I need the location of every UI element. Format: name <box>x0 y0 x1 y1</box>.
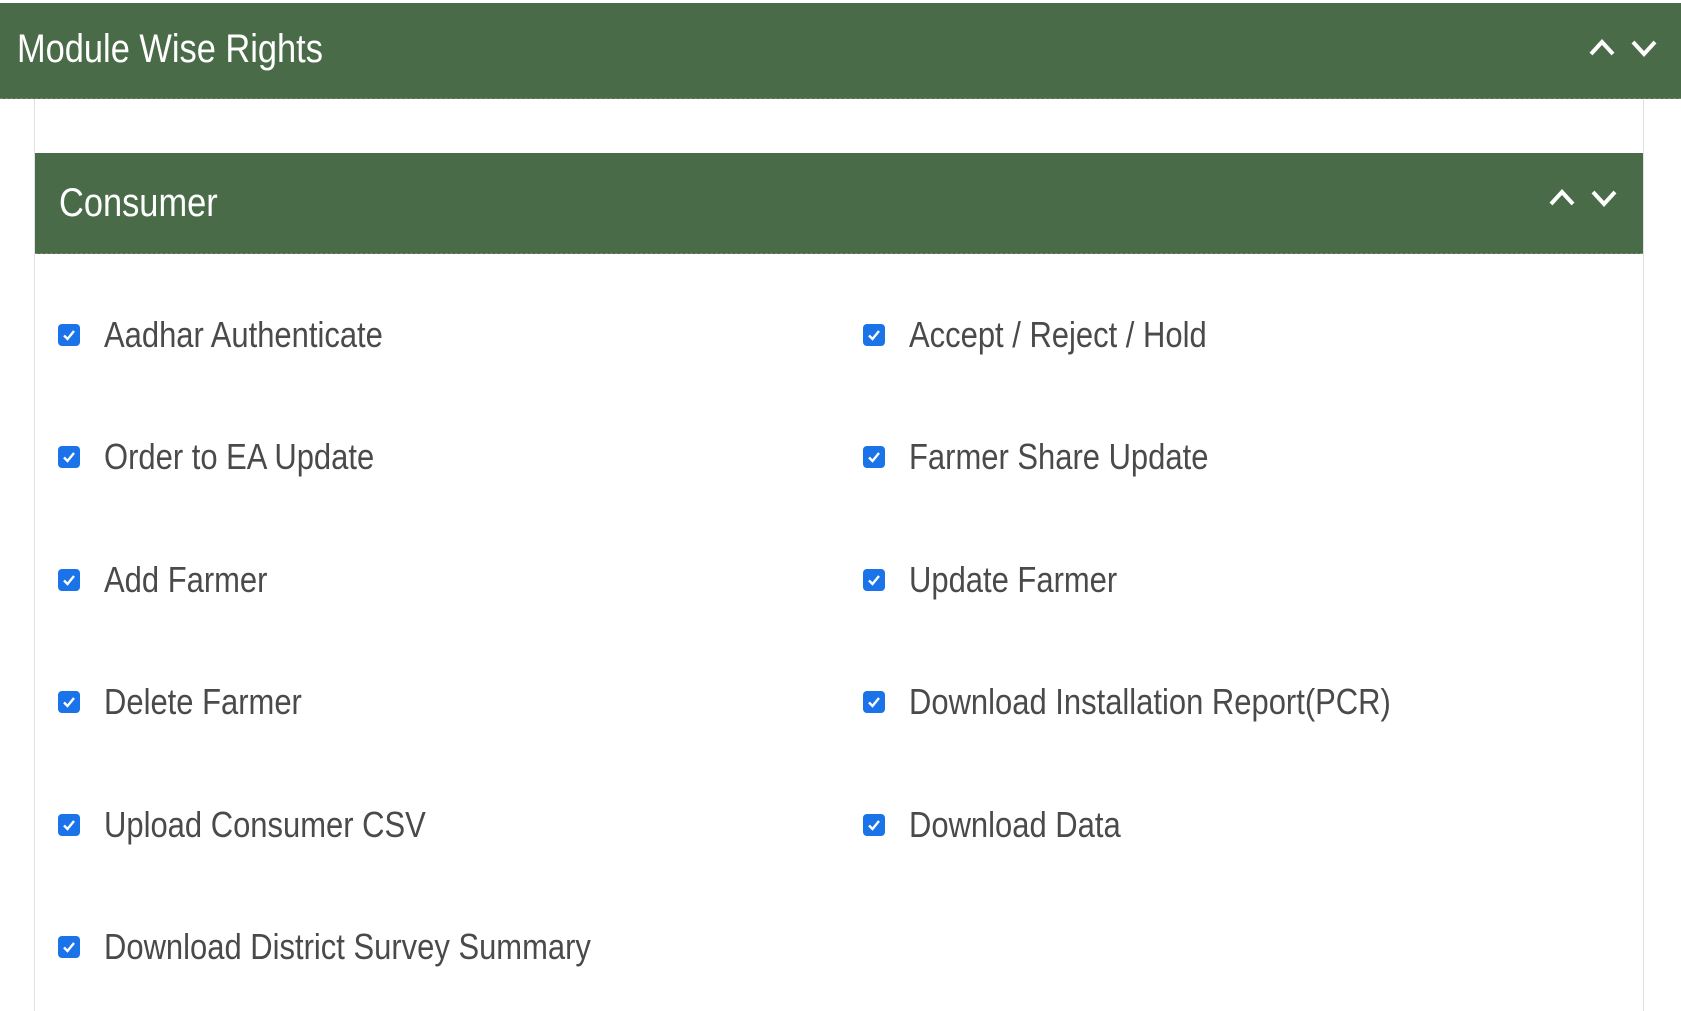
right-label: Download Installation Report(PCR) <box>909 681 1391 722</box>
checkmark-icon <box>868 697 880 708</box>
checkbox-delete-farmer[interactable] <box>58 691 80 713</box>
checkmark-icon <box>63 942 75 953</box>
checkbox-add-farmer[interactable] <box>58 569 80 591</box>
checkbox-download-installation-report[interactable] <box>863 691 885 713</box>
right-label: Add Farmer <box>104 559 268 600</box>
checkmark-icon <box>868 330 880 341</box>
checkmark-icon <box>63 820 75 831</box>
chevron-up-icon[interactable] <box>1585 31 1619 65</box>
checkmark-icon <box>63 330 75 341</box>
consumer-section-title: Consumer <box>59 181 218 225</box>
right-label: Update Farmer <box>909 559 1118 600</box>
right-item-order-to-ea-update[interactable]: Order to EA Update <box>58 432 418 482</box>
right-item-accept-reject-hold[interactable]: Accept / Reject / Hold <box>863 310 1255 360</box>
right-label: Download District Survey Summary <box>104 926 591 967</box>
right-item-aadhar-authenticate[interactable]: Aadhar Authenticate <box>58 310 428 360</box>
checkmark-icon <box>63 575 75 586</box>
right-item-add-farmer[interactable]: Add Farmer <box>58 555 294 605</box>
checkmark-icon <box>868 820 880 831</box>
right-item-farmer-share-update[interactable]: Farmer Share Update <box>863 432 1257 482</box>
checkmark-icon <box>63 452 75 463</box>
module-wise-rights-title: Module Wise Rights <box>17 27 323 71</box>
right-item-download-district-survey-summary[interactable]: Download District Survey Summary <box>58 922 670 972</box>
outer-sort-controls <box>1585 31 1661 65</box>
module-wise-rights-header: Module Wise Rights <box>0 3 1681 99</box>
chevron-down-icon[interactable] <box>1627 31 1661 65</box>
right-label: Aadhar Authenticate <box>104 314 383 355</box>
consumer-section-header: Consumer <box>35 153 1643 254</box>
right-label: Accept / Reject / Hold <box>909 314 1207 355</box>
checkmark-icon <box>868 575 880 586</box>
right-label: Download Data <box>909 804 1121 845</box>
checkbox-accept-reject-hold[interactable] <box>863 324 885 346</box>
right-item-upload-consumer-csv[interactable]: Upload Consumer CSV <box>58 800 478 850</box>
checkbox-farmer-share-update[interactable] <box>863 446 885 468</box>
checkbox-upload-consumer-csv[interactable] <box>58 814 80 836</box>
chevron-up-icon[interactable] <box>1545 181 1579 215</box>
right-label: Upload Consumer CSV <box>104 804 426 845</box>
inner-sort-controls <box>1545 181 1621 215</box>
checkbox-update-farmer[interactable] <box>863 569 885 591</box>
checkbox-download-district-survey-summary[interactable] <box>58 936 80 958</box>
right-label: Farmer Share Update <box>909 436 1209 477</box>
chevron-down-icon[interactable] <box>1587 181 1621 215</box>
checkbox-order-to-ea-update[interactable] <box>58 446 80 468</box>
checkbox-aadhar-authenticate[interactable] <box>58 324 80 346</box>
right-item-delete-farmer[interactable]: Delete Farmer <box>58 677 334 727</box>
right-item-download-installation-report[interactable]: Download Installation Report(PCR) <box>863 677 1469 727</box>
right-label: Order to EA Update <box>104 436 375 477</box>
right-label: Delete Farmer <box>104 681 302 722</box>
right-item-update-farmer[interactable]: Update Farmer <box>863 555 1151 605</box>
consumer-rights-list: Aadhar Authenticate Accept / Reject / Ho… <box>58 310 1618 1000</box>
checkmark-icon <box>63 697 75 708</box>
checkbox-download-data[interactable] <box>863 814 885 836</box>
right-item-download-data[interactable]: Download Data <box>863 800 1155 850</box>
checkmark-icon <box>868 452 880 463</box>
